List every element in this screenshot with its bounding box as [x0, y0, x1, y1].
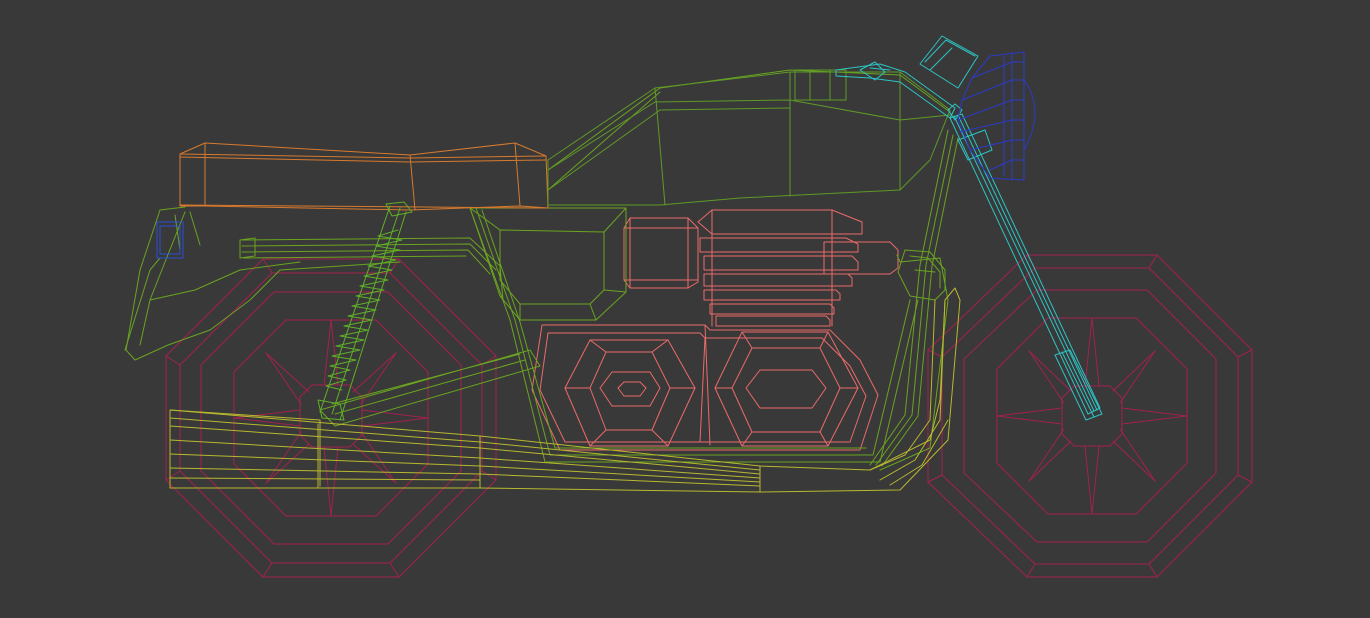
front-wheel: [927, 254, 1253, 578]
frame-tail: [125, 206, 401, 361]
rear-wheel-rim: [200, 291, 462, 545]
mirror-mount: [919, 35, 979, 89]
tank-cap: [794, 69, 847, 101]
engine: [531, 209, 899, 451]
rear-wheel-tire-outer: [165, 258, 497, 578]
engine-right-cover: [714, 331, 859, 447]
engine-carb: [823, 241, 899, 275]
rear-wheel: [165, 258, 497, 578]
rear-wheel-tire-inner: [179, 272, 483, 564]
shock-spring: [325, 229, 403, 391]
frame-downtube: [469, 207, 919, 463]
exhaust-muffler: [169, 287, 961, 493]
frame-front-tube: [869, 129, 959, 467]
seat: [179, 142, 549, 211]
front-wheel-spokes: [996, 317, 1188, 515]
engine-cylinder-fins: [697, 209, 863, 327]
wireframe-canvas[interactable]: [0, 0, 1370, 618]
tank-body: [547, 71, 951, 206]
front-fork: [835, 35, 1103, 421]
front-wheel-tire-outer: [927, 254, 1253, 578]
exhaust: [169, 287, 961, 493]
seat-cushion: [179, 142, 549, 211]
front-wheel-rim-inner: [996, 317, 1188, 515]
viewport[interactable]: [0, 0, 1370, 618]
front-wheel-rim: [963, 289, 1217, 543]
front-wheel-tire-inner: [941, 267, 1239, 565]
